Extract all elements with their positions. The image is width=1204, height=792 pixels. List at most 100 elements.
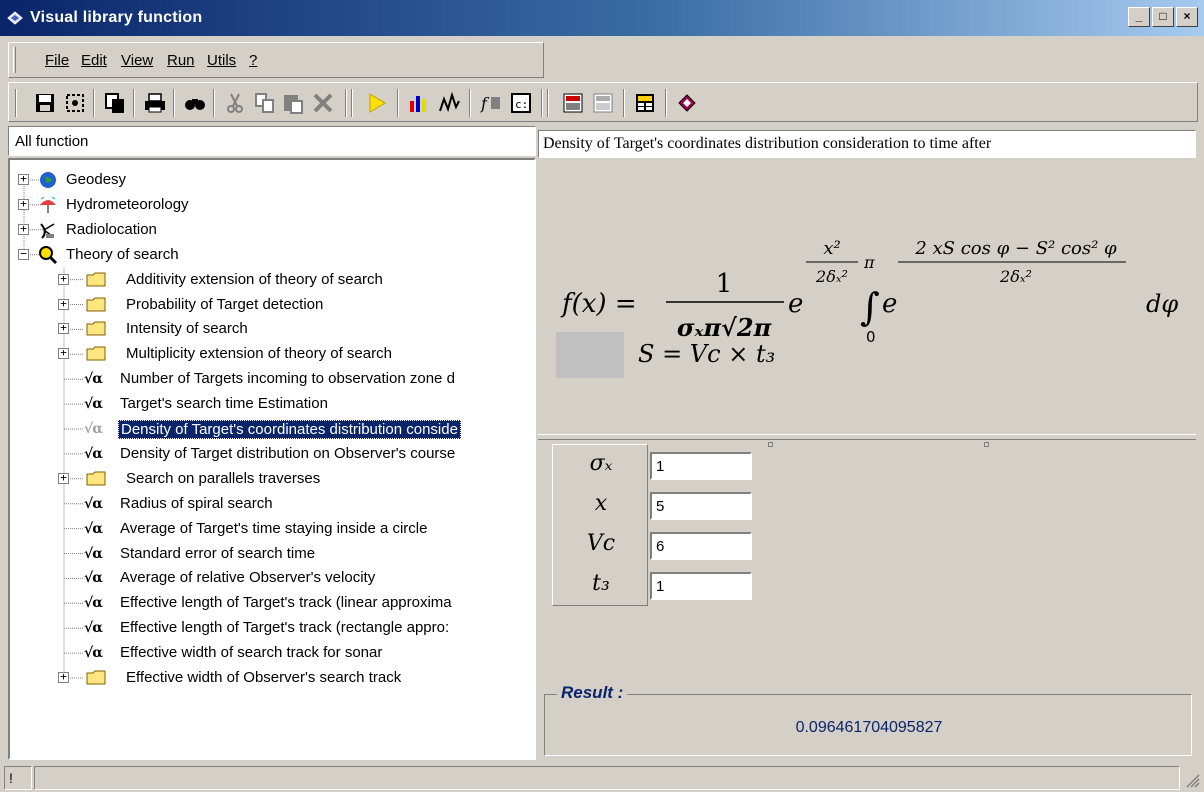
status-panel-1: ! [4, 766, 32, 790]
expand-icon[interactable]: + [58, 671, 69, 683]
formula-icon: √α [84, 421, 103, 437]
resize-handle[interactable] [768, 442, 773, 447]
minimize-button[interactable]: _ [1128, 7, 1150, 27]
formula-icon: √α [84, 620, 103, 637]
formula-dphi: dφ [1146, 290, 1178, 318]
param-input-vc[interactable]: 6 [650, 532, 752, 560]
formula-icon: √α [84, 545, 103, 562]
find-icon[interactable] [183, 91, 207, 115]
scroll-track[interactable] [294, 758, 514, 760]
menu-grip[interactable] [13, 47, 16, 73]
tree-node-label: Target's search time Estimation [120, 395, 328, 413]
menu-edit[interactable]: Edit [81, 52, 107, 69]
param-input-x[interactable]: 5 [650, 492, 752, 520]
status-bar: ! [0, 764, 1204, 792]
formula-icon: √α [84, 595, 103, 612]
delete-icon[interactable] [311, 91, 335, 115]
calc-icon[interactable] [561, 91, 585, 115]
expand-icon[interactable]: + [18, 173, 29, 185]
formula-exp2-denominator: 2δₓ² [999, 267, 1032, 286]
save-icon[interactable] [33, 91, 57, 115]
horizontal-scrollbar[interactable]: ◀ ▶ [12, 758, 536, 760]
tree-node-label: Radiolocation [66, 220, 157, 238]
formula-icon: √α [84, 396, 103, 413]
copy-icon[interactable] [253, 91, 277, 115]
plot-icon[interactable] [437, 91, 461, 115]
scroll-right-button[interactable]: ▶ [514, 758, 536, 760]
scroll-thumb[interactable] [34, 758, 294, 760]
expand-icon[interactable]: + [18, 223, 29, 235]
toolbar-grip [15, 89, 17, 117]
param-input-sigma[interactable]: 1 [650, 452, 752, 480]
folder-icon [86, 321, 106, 336]
tree-node-label: Effective width of Observer's search tra… [126, 669, 402, 686]
tree-node-label: Standard error of search time [120, 544, 316, 562]
menu-utils[interactable]: Utils [207, 52, 236, 69]
maximize-button[interactable]: □ [1152, 7, 1174, 27]
calc2-icon[interactable] [591, 91, 615, 115]
print-icon[interactable] [143, 91, 167, 115]
tree-node-label: Effective width of search track for sona… [120, 644, 383, 662]
expand-icon[interactable]: + [58, 273, 69, 285]
tree-header: All function [8, 126, 536, 156]
tree-node-label: Search on parallels traverses [126, 469, 321, 487]
table-icon[interactable] [633, 91, 657, 115]
status-panel-2 [34, 766, 1180, 790]
run-icon[interactable] [365, 91, 389, 115]
toolbar-separator [469, 89, 471, 117]
menu-help[interactable]: ? [249, 52, 257, 69]
menu-file[interactable]: File [45, 52, 69, 69]
menu-view[interactable]: View [121, 52, 153, 69]
formula-icon: √α [84, 495, 103, 512]
formula-panel: Density of Target's coordinates distribu… [538, 126, 1196, 760]
preview-icon[interactable] [63, 91, 87, 115]
chart-icon[interactable] [407, 91, 431, 115]
close-button[interactable]: × [1176, 7, 1198, 27]
book-icon[interactable] [675, 91, 699, 115]
expand-icon[interactable]: + [58, 322, 69, 335]
menu-run[interactable]: Run [167, 52, 195, 69]
toolbar-separator [547, 89, 549, 117]
integral-sign: ∫ [860, 285, 880, 329]
tree-node-label: Density of Target's coordinates distribu… [118, 420, 461, 439]
expand-icon[interactable]: + [58, 298, 69, 310]
tree-node-label: Radius of spiral search [120, 494, 273, 512]
formula-exp2-numerator: 2 xS cos φ − S² cos² φ [914, 238, 1117, 259]
expand-icon[interactable]: + [58, 472, 69, 484]
placeholder-box [556, 332, 624, 378]
expand-icon[interactable]: + [18, 198, 29, 210]
result-value: 0.096461704095827 [795, 719, 943, 736]
collapse-icon[interactable]: − [18, 248, 29, 260]
folder-icon [86, 346, 106, 361]
tree-node-label: Probability of Target detection [126, 295, 324, 313]
folder-icon [86, 471, 106, 486]
window-title: Visual library function [30, 9, 203, 26]
code-icon[interactable]: c: [509, 91, 533, 115]
radar-icon [40, 223, 55, 239]
copy-doc-icon[interactable] [103, 91, 127, 115]
scroll-left-button[interactable]: ◀ [12, 758, 34, 760]
cut-icon[interactable] [223, 91, 247, 115]
function-tree[interactable]: + Geodesy + Hydrometeorology + Radiolocation −… [8, 158, 536, 760]
param-label-vc: Vc [586, 531, 616, 556]
toolbar-separator [397, 89, 399, 117]
param-input-t3[interactable]: 1 [650, 572, 752, 600]
folder-icon [86, 297, 106, 311]
tree-node-label: Average of Target's time staying inside … [120, 519, 428, 537]
paste-icon[interactable] [281, 91, 305, 115]
function-icon[interactable]: f [479, 91, 503, 115]
formula-icon: √α [84, 570, 103, 587]
panel-splitter[interactable] [538, 434, 1196, 440]
resize-grip-icon[interactable] [1184, 772, 1200, 788]
formula-icon: √α [84, 445, 103, 462]
app-icon [7, 11, 23, 25]
tree-node-label: Multiplicity extension of theory of sear… [126, 345, 392, 363]
resize-handle[interactable] [984, 442, 989, 447]
result-label: Result : [557, 683, 628, 703]
formula-base-e2: e [882, 289, 897, 319]
expand-icon[interactable]: + [58, 347, 69, 360]
toolbar-separator [133, 89, 135, 117]
tree-node-label: Hydrometeorology [66, 195, 189, 213]
formula-icon: √α [84, 371, 103, 388]
folder-icon [86, 272, 106, 287]
